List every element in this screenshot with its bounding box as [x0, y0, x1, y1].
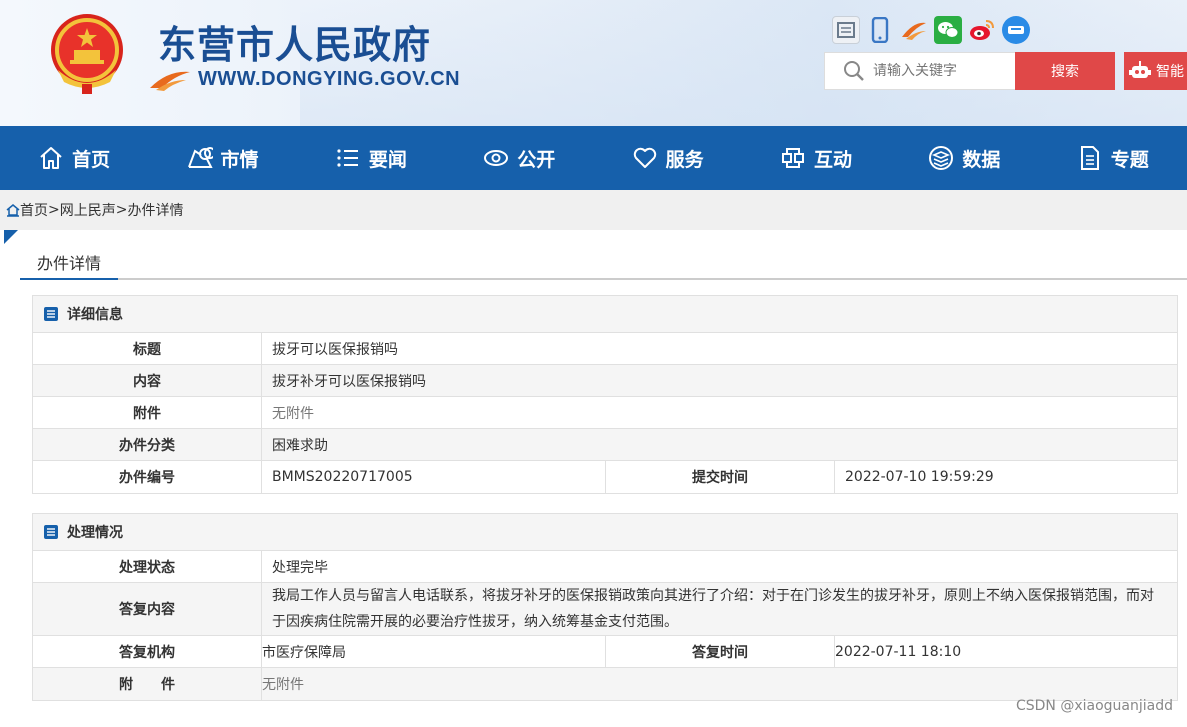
home-icon: [40, 147, 62, 169]
robot-icon: [1129, 61, 1151, 78]
table-row: 办件分类 困难求助: [33, 429, 1177, 461]
nav-label: 专题: [1110, 148, 1149, 171]
database-icon: [929, 146, 954, 170]
share-icons: [832, 16, 1030, 46]
table-row: 处理状态 处理完毕: [33, 551, 1177, 583]
nav-item-service[interactable]: 服务: [594, 126, 742, 190]
field-value: 拔牙可以医保报销吗: [272, 341, 398, 358]
app-icon[interactable]: [1002, 16, 1030, 44]
corner-marker: [4, 230, 18, 244]
nav-item-city[interactable]: 市情: [148, 126, 296, 190]
field-label: 答复时间: [606, 636, 835, 667]
breadcrumb: 首页 > 网上民声 > 办件详情: [0, 190, 1187, 230]
info-list-icon: [44, 525, 58, 539]
nav-label: 市情: [220, 148, 259, 171]
table-row: 标题 拔牙可以医保报销吗: [33, 333, 1177, 365]
wechat-icon[interactable]: [934, 16, 962, 44]
mobile-icon[interactable]: [866, 16, 894, 44]
nav-item-public[interactable]: 公开: [445, 126, 593, 190]
swoosh-logo-icon: [150, 71, 190, 91]
field-label: 处理状态: [33, 551, 262, 582]
field-label: 办件分类: [33, 429, 262, 460]
info-list-icon: [44, 307, 58, 321]
search-input[interactable]: [873, 63, 1013, 79]
eye-icon: [484, 150, 509, 166]
field-value: 无附件: [262, 677, 304, 693]
field-value: 2022-07-11 18:10: [835, 643, 962, 660]
table-row: 附 件 无附件: [33, 668, 1177, 700]
national-emblem-icon: [51, 14, 123, 94]
field-label: 办件编号: [33, 461, 262, 493]
home-small-icon: [6, 204, 20, 217]
document-icon: [1080, 146, 1099, 170]
handling-panel-header: 处理情况: [33, 514, 1177, 551]
nav-item-interact[interactable]: 互动: [742, 126, 890, 190]
map-pin-icon: [187, 147, 213, 168]
heart-icon: [633, 147, 656, 168]
smart-assistant-button[interactable]: 智能: [1124, 52, 1187, 90]
field-label: 答复内容: [33, 583, 262, 635]
site-header: 东营市人民政府 WWW.DONGYING.GOV.CN 搜索 智能: [0, 0, 1187, 126]
nav-label: 互动: [814, 148, 853, 171]
field-label: 附 件: [33, 668, 262, 700]
nav-item-topic[interactable]: 专题: [1039, 126, 1187, 190]
aurora-icon[interactable]: [900, 16, 928, 44]
nav-label: 公开: [517, 148, 556, 171]
field-value: 无附件: [272, 405, 314, 422]
nav-item-news[interactable]: 要闻: [297, 126, 445, 190]
nav-label: 要闻: [368, 148, 407, 171]
handling-panel: 处理情况 处理状态 处理完毕 答复内容 我局工作人员与留言人电话联系，将拔牙补牙…: [32, 513, 1178, 701]
tab-bar: 办件详情: [20, 246, 1187, 280]
breadcrumb-home[interactable]: 首页: [20, 200, 48, 220]
table-row: 答复机构 市医疗保障局 答复时间 2022-07-11 18:10: [33, 636, 1177, 668]
nav-label: 首页: [72, 148, 111, 171]
breadcrumb-separator: >: [115, 202, 128, 218]
field-value: 2022-07-10 19:59:29: [845, 469, 994, 485]
breadcrumb-separator: >: [48, 202, 60, 218]
field-label: 标题: [33, 333, 262, 364]
search-box: [824, 52, 1016, 90]
site-url: WWW.DONGYING.GOV.CN: [198, 68, 461, 90]
search-button[interactable]: 搜索: [1015, 52, 1115, 90]
field-value: 困难求助: [272, 437, 328, 454]
weibo-icon[interactable]: [968, 16, 996, 44]
table-row: 答复内容 我局工作人员与留言人电话联系，将拔牙补牙的医保报销政策向其进行了介绍：…: [33, 583, 1177, 636]
field-value: BMMS20220717005: [262, 461, 606, 493]
table-row: 附件 无附件: [33, 397, 1177, 429]
breadcrumb-level3: 办件详情: [127, 203, 184, 219]
service-icon[interactable]: [832, 16, 860, 44]
field-value: 拔牙补牙可以医保报销吗: [272, 373, 426, 390]
field-label: 附件: [33, 397, 262, 428]
nav-label: 数据: [962, 148, 1001, 171]
breadcrumb-level2[interactable]: 网上民声: [60, 200, 116, 220]
site-title[interactable]: 东营市人民政府: [158, 14, 431, 69]
detail-panel-header: 详细信息: [33, 296, 1177, 333]
smart-button-label: 智能: [1156, 64, 1184, 80]
nav-item-data[interactable]: 数据: [890, 126, 1038, 190]
main-nav: 首页 市情 要闻 公开 服务 互动 数据 专题: [0, 126, 1187, 190]
table-row: 内容 拔牙补牙可以医保报销吗: [33, 365, 1177, 397]
detail-panel: 详细信息 标题 拔牙可以医保报销吗 内容 拔牙补牙可以医保报销吗 附件 无附件 …: [32, 295, 1178, 494]
nav-item-home[interactable]: 首页: [0, 126, 148, 190]
field-label: 内容: [33, 365, 262, 396]
interact-icon: [782, 148, 805, 168]
watermark: CSDN @xiaoguanjiadd: [1015, 698, 1173, 714]
panel-title: 详细信息: [67, 307, 123, 323]
field-value: 市医疗保障局: [262, 636, 606, 667]
nav-label: 服务: [665, 148, 704, 171]
search-icon: [844, 61, 864, 81]
tab-detail[interactable]: 办件详情: [20, 246, 118, 280]
panel-title: 处理情况: [67, 525, 123, 541]
list-icon: [337, 149, 358, 167]
field-label: 答复机构: [33, 636, 262, 667]
field-value: 我局工作人员与留言人电话联系，将拔牙补牙的医保报销政策向其进行了介绍：对于在门诊…: [272, 588, 1154, 630]
table-row: 办件编号 BMMS20220717005 提交时间 2022-07-10 19:…: [33, 461, 1177, 493]
field-value: 处理完毕: [272, 559, 328, 576]
field-label: 提交时间: [606, 461, 835, 493]
